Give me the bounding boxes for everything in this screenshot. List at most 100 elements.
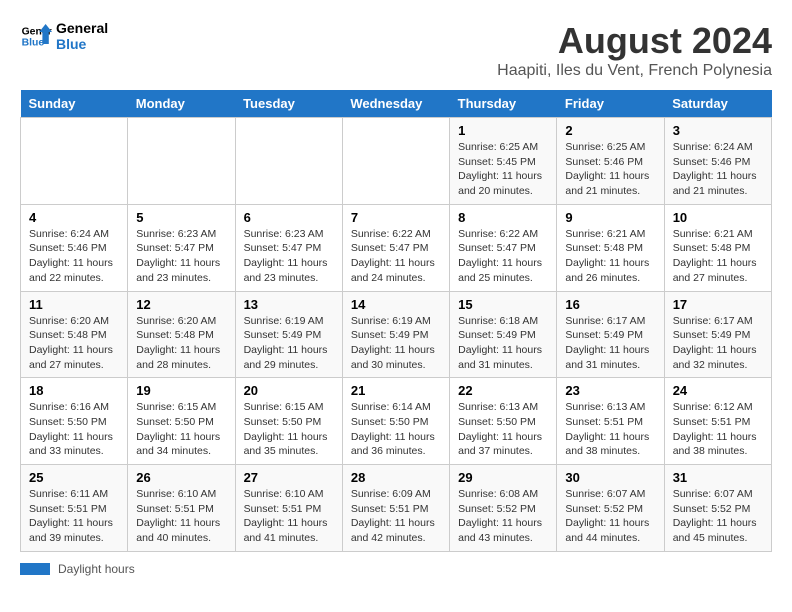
day-number: 11 [29, 297, 119, 312]
calendar-cell: 15 Sunrise: 6:18 AM Sunset: 5:49 PM Dayli… [450, 291, 557, 378]
calendar-cell: 11Sunrise: 6:20 AM Sunset: 5:48 PM Dayli… [21, 291, 128, 378]
calendar-cell: 3Sunrise: 6:24 AM Sunset: 5:46 PM Daylig… [664, 118, 771, 205]
day-number: 12 [136, 297, 226, 312]
calendar-cell: 14 Sunrise: 6:19 AM Sunset: 5:49 PM Dayli… [342, 291, 449, 378]
day-number: 15 [458, 297, 548, 312]
day-info: Sunrise: 6:24 AM Sunset: 5:46 PM Dayligh… [29, 227, 119, 286]
day-number: 24 [673, 383, 763, 398]
day-info: Sunrise: 6:13 AM Sunset: 5:51 PM Dayligh… [565, 400, 655, 459]
logo-icon: General Blue [20, 20, 52, 52]
week-row-5: 25 Sunrise: 6:11 AM Sunset: 5:51 PM Dayli… [21, 465, 772, 552]
calendar-cell: 31Sunrise: 6:07 AM Sunset: 5:52 PM Dayli… [664, 465, 771, 552]
calendar-cell [235, 118, 342, 205]
day-info: Sunrise: 6:15 AM Sunset: 5:50 PM Dayligh… [244, 400, 334, 459]
day-info: Sunrise: 6:13 AM Sunset: 5:50 PM Dayligh… [458, 400, 548, 459]
day-info: Sunrise: 6:21 AM Sunset: 5:48 PM Dayligh… [565, 227, 655, 286]
calendar-cell: 25 Sunrise: 6:11 AM Sunset: 5:51 PM Dayli… [21, 465, 128, 552]
day-number: 10 [673, 210, 763, 225]
day-info: Sunrise: 6:15 AM Sunset: 5:50 PM Dayligh… [136, 400, 226, 459]
day-info: Sunrise: 6:19 AM Sunset: 5:49 PM Dayligh… [351, 314, 441, 373]
calendar-cell: 21 Sunrise: 6:14 AM Sunset: 5:50 PM Dayli… [342, 378, 449, 465]
week-row-1: 1 Sunrise: 6:25 AM Sunset: 5:45 PM Daylig… [21, 118, 772, 205]
day-header-tuesday: Tuesday [235, 90, 342, 118]
calendar-cell: 27Sunrise: 6:10 AM Sunset: 5:51 PM Dayli… [235, 465, 342, 552]
calendar-cell: 16 Sunrise: 6:17 AM Sunset: 5:49 PM Dayli… [557, 291, 664, 378]
day-number: 18 [29, 383, 119, 398]
calendar-cell: 9 Sunrise: 6:21 AM Sunset: 5:48 PM Daylig… [557, 204, 664, 291]
calendar-cell: 23 Sunrise: 6:13 AM Sunset: 5:51 PM Dayli… [557, 378, 664, 465]
day-info: Sunrise: 6:25 AM Sunset: 5:45 PM Dayligh… [458, 140, 548, 199]
calendar-cell [128, 118, 235, 205]
day-number: 1 [458, 123, 548, 138]
day-info: Sunrise: 6:20 AM Sunset: 5:48 PM Dayligh… [136, 314, 226, 373]
calendar-cell [342, 118, 449, 205]
calendar-cell: 30 Sunrise: 6:07 AM Sunset: 5:52 PM Dayli… [557, 465, 664, 552]
day-number: 26 [136, 470, 226, 485]
day-number: 21 [351, 383, 441, 398]
calendar-cell: 17 Sunrise: 6:17 AM Sunset: 5:49 PM Dayli… [664, 291, 771, 378]
day-number: 30 [565, 470, 655, 485]
calendar-cell: 10Sunrise: 6:21 AM Sunset: 5:48 PM Dayli… [664, 204, 771, 291]
title-block: August 2024 Haapiti, Iles du Vent, Frenc… [497, 20, 772, 80]
calendar-cell: 22 Sunrise: 6:13 AM Sunset: 5:50 PM Dayli… [450, 378, 557, 465]
calendar-cell: 26 Sunrise: 6:10 AM Sunset: 5:51 PM Dayli… [128, 465, 235, 552]
day-info: Sunrise: 6:14 AM Sunset: 5:50 PM Dayligh… [351, 400, 441, 459]
day-info: Sunrise: 6:22 AM Sunset: 5:47 PM Dayligh… [458, 227, 548, 286]
daylight-label: Daylight hours [58, 562, 135, 576]
day-info: Sunrise: 6:07 AM Sunset: 5:52 PM Dayligh… [565, 487, 655, 546]
calendar-cell: 7 Sunrise: 6:22 AM Sunset: 5:47 PM Daylig… [342, 204, 449, 291]
day-header-thursday: Thursday [450, 90, 557, 118]
day-number: 14 [351, 297, 441, 312]
calendar-cell: 19 Sunrise: 6:15 AM Sunset: 5:50 PM Dayli… [128, 378, 235, 465]
day-number: 17 [673, 297, 763, 312]
week-row-3: 11 Sunrise: 6:20 AM Sunset: 5:48 PM Dayli… [21, 291, 772, 378]
logo: General Blue General Blue [20, 20, 108, 52]
calendar-cell: 24 Sunrise: 6:12 AM Sunset: 5:51 PM Dayli… [664, 378, 771, 465]
day-number: 22 [458, 383, 548, 398]
day-number: 9 [565, 210, 655, 225]
calendar-cell: 5Sunrise: 6:23 AM Sunset: 5:47 PM Daylig… [128, 204, 235, 291]
day-info: Sunrise: 6:11 AM Sunset: 5:51 PM Dayligh… [29, 487, 119, 546]
day-number: 29 [458, 470, 548, 485]
day-info: Sunrise: 6:17 AM Sunset: 5:49 PM Dayligh… [673, 314, 763, 373]
day-number: 13 [244, 297, 334, 312]
calendar-cell: 4Sunrise: 6:24 AM Sunset: 5:46 PM Daylig… [21, 204, 128, 291]
day-header-wednesday: Wednesday [342, 90, 449, 118]
day-number: 19 [136, 383, 226, 398]
day-info: Sunrise: 6:18 AM Sunset: 5:49 PM Dayligh… [458, 314, 548, 373]
day-header-saturday: Saturday [664, 90, 771, 118]
calendar-cell: 18 Sunrise: 6:16 AM Sunset: 5:50 PM Dayli… [21, 378, 128, 465]
calendar-cell: 12 Sunrise: 6:20 AM Sunset: 5:48 PM Dayli… [128, 291, 235, 378]
day-header-sunday: Sunday [21, 90, 128, 118]
day-number: 20 [244, 383, 334, 398]
day-number: 16 [565, 297, 655, 312]
main-title: August 2024 [497, 20, 772, 62]
day-number: 25 [29, 470, 119, 485]
calendar-cell [21, 118, 128, 205]
footer: Daylight hours [20, 562, 772, 576]
day-info: Sunrise: 6:19 AM Sunset: 5:49 PM Dayligh… [244, 314, 334, 373]
subtitle: Haapiti, Iles du Vent, French Polynesia [497, 62, 772, 80]
day-number: 6 [244, 210, 334, 225]
day-number: 31 [673, 470, 763, 485]
day-header-friday: Friday [557, 90, 664, 118]
calendar-cell: 28Sunrise: 6:09 AM Sunset: 5:51 PM Dayli… [342, 465, 449, 552]
day-number: 3 [673, 123, 763, 138]
day-number: 23 [565, 383, 655, 398]
svg-text:Blue: Blue [22, 38, 45, 49]
day-info: Sunrise: 6:16 AM Sunset: 5:50 PM Dayligh… [29, 400, 119, 459]
calendar-cell: 6 Sunrise: 6:23 AM Sunset: 5:47 PM Daylig… [235, 204, 342, 291]
day-number: 7 [351, 210, 441, 225]
day-info: Sunrise: 6:12 AM Sunset: 5:51 PM Dayligh… [673, 400, 763, 459]
calendar-cell: 8Sunrise: 6:22 AM Sunset: 5:47 PM Daylig… [450, 204, 557, 291]
calendar-cell: 20 Sunrise: 6:15 AM Sunset: 5:50 PM Dayli… [235, 378, 342, 465]
page-header: General Blue General Blue August 2024 Ha… [20, 20, 772, 80]
day-info: Sunrise: 6:10 AM Sunset: 5:51 PM Dayligh… [136, 487, 226, 546]
week-row-2: 4Sunrise: 6:24 AM Sunset: 5:46 PM Daylig… [21, 204, 772, 291]
day-info: Sunrise: 6:22 AM Sunset: 5:47 PM Dayligh… [351, 227, 441, 286]
day-info: Sunrise: 6:17 AM Sunset: 5:49 PM Dayligh… [565, 314, 655, 373]
week-row-4: 18 Sunrise: 6:16 AM Sunset: 5:50 PM Dayli… [21, 378, 772, 465]
daylight-bar [20, 563, 50, 575]
day-info: Sunrise: 6:23 AM Sunset: 5:47 PM Dayligh… [244, 227, 334, 286]
day-header-monday: Monday [128, 90, 235, 118]
